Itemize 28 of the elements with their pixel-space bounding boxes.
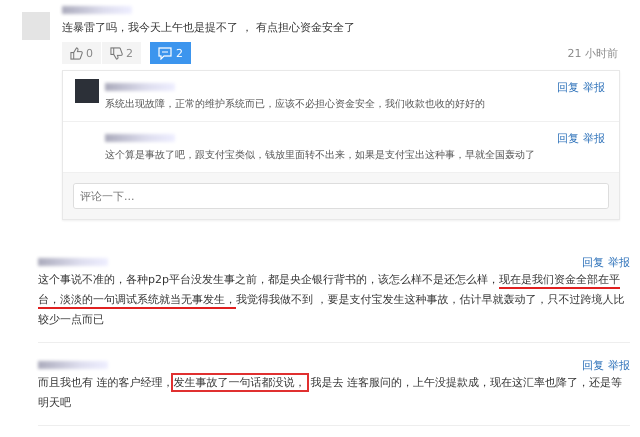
like-button[interactable]: 0 bbox=[62, 42, 101, 64]
timestamp: 21 小时前 bbox=[568, 46, 618, 60]
comment-text: 而且我也有 连的客户经理，发生事故了一句话都没说， 我是去 连客服问的，上午没提款成，现在这汇率也降了，还是等明天吧 bbox=[38, 373, 630, 413]
comment-text: 这个事说不准的，各种p2p平台没发生事之前，都是央企银行背书的，该怎么样不是还怎么样，现在是我们资金全部在平台，淡淡的一句调试系统就当无事发生，我觉得我做不到 ，要是支付宝发生这种事故，估计早就轰动了，只不过跨境人比较少一点而已 bbox=[38, 272, 626, 328]
thumbs-up-icon bbox=[70, 46, 83, 60]
action-link[interactable]: 举报 bbox=[608, 358, 630, 372]
reply-text: 系统出现故障，正常的维护系统而已，应该不必担心资金安全，我们收款也收的好好的 bbox=[105, 98, 486, 111]
comment-icon bbox=[158, 46, 172, 60]
avatar-placeholder bbox=[22, 12, 50, 40]
reply-text: 这个算是事故了吧，跟支付宝类似，钱放里面转不出来，如果是支付宝出这种事，早就全国轰动了 bbox=[105, 148, 536, 162]
blurred-username bbox=[38, 258, 108, 266]
blurred-username bbox=[105, 83, 175, 91]
dislike-button[interactable]: 2 bbox=[102, 42, 141, 64]
action-link[interactable]: 举报 bbox=[608, 254, 630, 270]
blurred-username bbox=[38, 361, 108, 369]
action-link[interactable]: 举报 bbox=[583, 130, 605, 146]
blurred-username bbox=[62, 6, 132, 14]
action-link[interactable]: 回复 bbox=[582, 254, 604, 270]
action-link[interactable]: 回复 bbox=[557, 130, 579, 146]
action-link[interactable]: 举报 bbox=[583, 80, 605, 94]
avatar-placeholder bbox=[75, 79, 99, 103]
thumbs-down-icon bbox=[110, 46, 123, 60]
comment-input-field[interactable]: 评论一下... bbox=[73, 183, 609, 209]
comment-text: 连暴雷了吗，我今天上午也是提不了 ， 有点担心资金安全了 bbox=[62, 20, 356, 36]
blurred-username bbox=[105, 134, 175, 142]
action-link[interactable]: 回复 bbox=[582, 358, 604, 372]
action-link[interactable]: 回复 bbox=[557, 80, 579, 94]
replies-button[interactable]: 2 bbox=[150, 42, 191, 64]
